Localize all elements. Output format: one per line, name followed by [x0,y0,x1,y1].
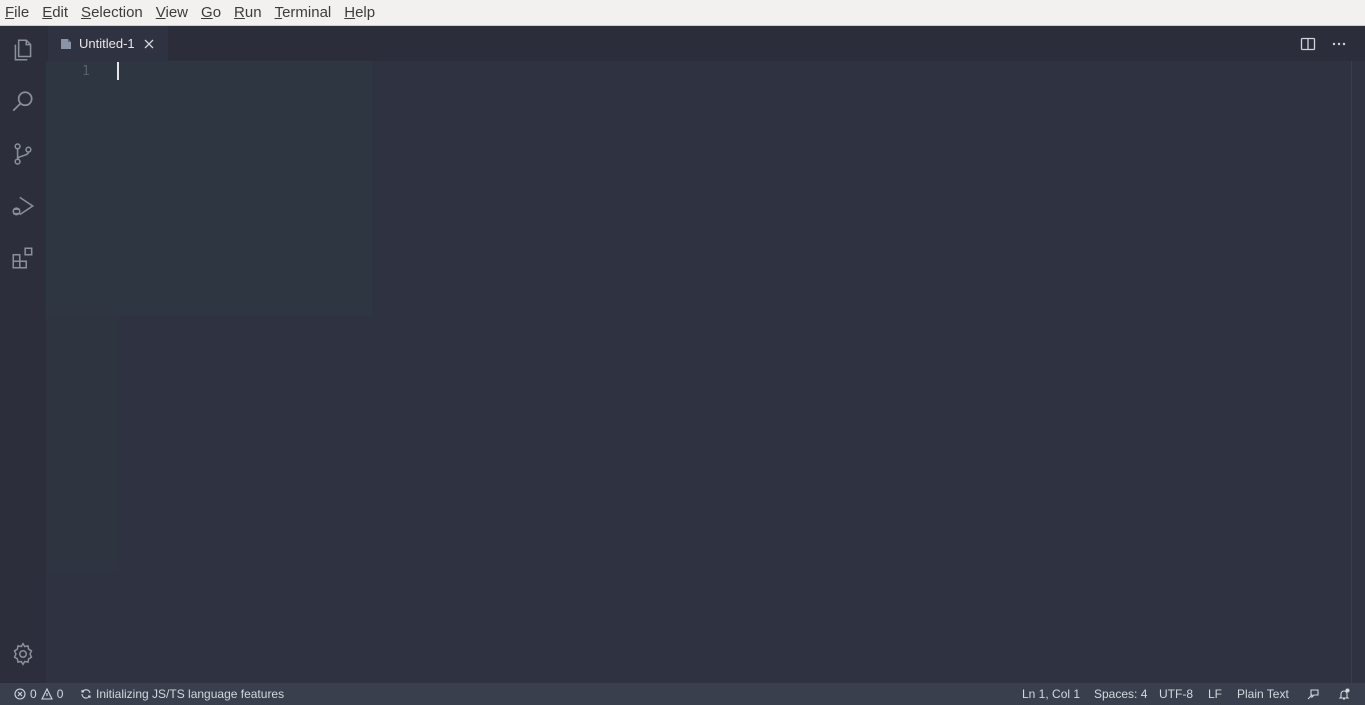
source-control-icon[interactable] [8,139,38,169]
encoding-status[interactable]: UTF-8 [1159,683,1193,705]
language-activity-status[interactable]: Initializing JS/TS language features [80,683,284,705]
notifications-bell-icon[interactable] [1338,683,1350,705]
activity-bar [0,26,46,683]
menu-help[interactable]: Help [344,4,375,21]
search-icon[interactable] [8,87,38,117]
error-count: 0 [30,687,37,701]
menu-bar: File Edit Selection View Go Run Terminal… [0,0,1365,26]
warning-count: 0 [56,687,64,701]
explorer-icon[interactable] [8,35,38,65]
language-mode[interactable]: Plain Text [1237,683,1289,705]
eol-status[interactable]: LF [1208,683,1222,705]
menu-view[interactable]: View [156,4,188,21]
editor-highlight [46,316,117,572]
problems-status[interactable]: 0 0 [14,683,63,705]
activity-text: Initializing JS/TS language features [96,687,285,701]
vertical-scrollbar[interactable] [1351,61,1365,683]
menu-go[interactable]: Go [201,4,221,21]
menu-terminal[interactable]: Terminal [275,4,332,21]
text-cursor [117,62,119,80]
cursor-position[interactable]: Ln 1, Col 1 [1022,683,1080,705]
tab-untitled-1[interactable]: Untitled-1 [48,26,168,61]
menu-file[interactable]: File [5,4,29,21]
run-debug-icon[interactable] [8,191,38,221]
menu-run[interactable]: Run [234,4,262,21]
menu-edit[interactable]: Edit [42,4,68,21]
sync-icon [81,689,91,699]
close-icon[interactable] [143,38,155,50]
warning-icon [40,688,53,700]
more-actions-icon[interactable] [1331,36,1347,52]
editor-highlight [46,61,372,316]
extensions-icon[interactable] [8,243,38,273]
split-editor-icon[interactable] [1300,36,1316,52]
menu-selection[interactable]: Selection [81,4,143,21]
status-bar: 0 0 Initializing JS/TS language features… [0,683,1365,705]
line-number: 1 [82,64,90,79]
editor-area[interactable]: 1 [46,61,1351,683]
tab-strip: Untitled-1 [46,26,1365,61]
feedback-icon[interactable] [1307,683,1319,705]
indentation-status[interactable]: Spaces: 4 [1094,683,1147,705]
gear-icon[interactable] [8,639,38,669]
tab-label: Untitled-1 [79,36,135,51]
untitled-file-icon [61,38,71,49]
error-icon [14,688,26,700]
